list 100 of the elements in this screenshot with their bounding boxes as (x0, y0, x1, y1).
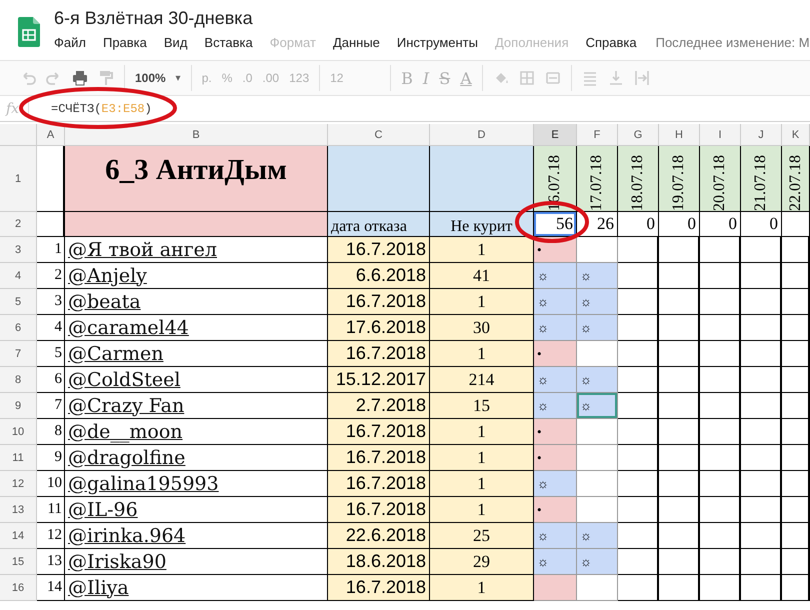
empty-cell (741, 341, 782, 367)
menu-item[interactable]: Данные (332, 35, 380, 50)
user-link[interactable]: @ColdSteel (68, 368, 180, 390)
borders-icon[interactable] (518, 70, 535, 86)
user-link[interactable]: @Iliya (68, 576, 129, 598)
empty-cell (659, 523, 700, 549)
row-header[interactable]: 14 (0, 523, 37, 549)
user-link[interactable]: @caramel44 (68, 316, 189, 338)
column-header[interactable]: F (577, 124, 618, 146)
document-title[interactable]: 6-я Взлётная 30-дневка (54, 8, 810, 29)
user-link[interactable]: @Я твой ангел (68, 238, 217, 260)
user-link[interactable]: @beata (68, 290, 141, 312)
menu-item[interactable]: Вид (164, 35, 188, 50)
zoom-caret-icon[interactable]: ▾ (176, 72, 181, 84)
empty-cell (782, 393, 810, 419)
row-header[interactable]: 10 (0, 419, 37, 445)
empty-cell (700, 471, 741, 497)
column-header[interactable]: D (430, 124, 534, 146)
vertical-align-icon[interactable] (608, 70, 624, 86)
row-header[interactable]: 12 (0, 471, 37, 497)
empty-cell (741, 523, 782, 549)
menu-item[interactable]: Справка (586, 35, 637, 50)
empty-cell (741, 237, 782, 263)
text-wrap-icon[interactable] (634, 70, 650, 86)
table-cell[interactable]: 0 (618, 212, 659, 237)
zoom-dropdown[interactable]: 100% (135, 71, 166, 85)
user-link[interactable]: @Carmen (68, 342, 164, 364)
table-cell[interactable]: 0 (700, 212, 741, 237)
table-cell: 15 (430, 393, 534, 419)
select-all-corner[interactable] (0, 124, 37, 146)
row-header[interactable]: 4 (0, 263, 37, 289)
table-cell: 11 (37, 497, 65, 523)
row-header[interactable]: 5 (0, 289, 37, 315)
row-header[interactable]: 6 (0, 315, 37, 341)
table-cell: ☼ (534, 471, 577, 497)
row-header[interactable]: 11 (0, 445, 37, 471)
menu-item[interactable]: Правка (102, 35, 147, 50)
last-edit-link[interactable]: Последнее изменение: М (656, 35, 810, 50)
column-header[interactable]: C (328, 124, 430, 146)
row-header[interactable]: 8 (0, 367, 37, 393)
user-link[interactable]: @de__moon (68, 420, 183, 442)
table-cell: 25 (430, 523, 534, 549)
date-header: 21.07.18 (752, 155, 770, 211)
user-link[interactable]: @Anjely (68, 264, 147, 286)
table-cell: 16.7.2018 (328, 237, 430, 263)
empty-cell (741, 419, 782, 445)
sheets-logo-icon[interactable] (18, 17, 40, 47)
empty-cell (700, 315, 741, 341)
column-header[interactable]: G (618, 124, 659, 146)
empty-cell (782, 575, 810, 601)
row-header[interactable]: 7 (0, 341, 37, 367)
column-header[interactable]: I (700, 124, 741, 146)
empty-cell (782, 315, 810, 341)
print-icon[interactable] (72, 70, 88, 86)
table-cell: 16.7.2018 (328, 419, 430, 445)
menu-item[interactable]: Файл (54, 35, 86, 50)
row-header[interactable]: 9 (0, 393, 37, 419)
row-header[interactable]: 16 (0, 575, 37, 601)
empty-cell (618, 341, 659, 367)
empty-cell (782, 341, 810, 367)
table-cell[interactable]: 26 (577, 212, 618, 237)
column-header[interactable]: A (37, 124, 65, 146)
user-link[interactable]: @IL-96 (68, 498, 138, 520)
column-header[interactable]: J (741, 124, 782, 146)
empty-cell (700, 263, 741, 289)
menu-item[interactable]: Инструменты (396, 35, 478, 50)
empty-cell (659, 497, 700, 523)
table-cell[interactable]: 0 (659, 212, 700, 237)
user-link[interactable]: @Crazy Fan (68, 394, 184, 416)
table-cell: 1 (430, 575, 534, 601)
align-icon[interactable] (582, 70, 598, 86)
user-link[interactable]: @dragolfine (68, 446, 186, 468)
paint-format-icon[interactable] (98, 70, 114, 86)
menu-item[interactable]: Вставка (204, 35, 253, 50)
empty-cell (741, 445, 782, 471)
empty-cell (741, 315, 782, 341)
row-header[interactable]: 3 (0, 237, 37, 263)
empty-cell (659, 445, 700, 471)
column-header[interactable]: H (659, 124, 700, 146)
table-cell: ☼ (534, 549, 577, 575)
row-header[interactable]: 15 (0, 549, 37, 575)
row-header[interactable]: 1 (0, 146, 37, 212)
empty-cell (700, 237, 741, 263)
table-cell: 12 (37, 523, 65, 549)
user-link[interactable]: @galina195993 (68, 472, 219, 494)
table-cell: 29 (430, 549, 534, 575)
row-header[interactable]: 2 (0, 212, 37, 237)
column-header[interactable]: E (534, 124, 577, 146)
date-header: 16.07.18 (546, 155, 564, 211)
row-header[interactable]: 13 (0, 497, 37, 523)
table-cell: • (534, 445, 577, 471)
empty-cell (618, 575, 659, 601)
empty-cell (618, 471, 659, 497)
user-link[interactable]: @Iriska90 (68, 550, 166, 572)
column-header[interactable]: B (65, 124, 328, 146)
table-cell[interactable]: 0 (741, 212, 782, 237)
column-header[interactable]: K (782, 124, 810, 146)
table-cell: 3 (37, 289, 65, 315)
merge-cells-icon[interactable] (544, 70, 561, 86)
user-link[interactable]: @irinka.964 (68, 524, 186, 546)
